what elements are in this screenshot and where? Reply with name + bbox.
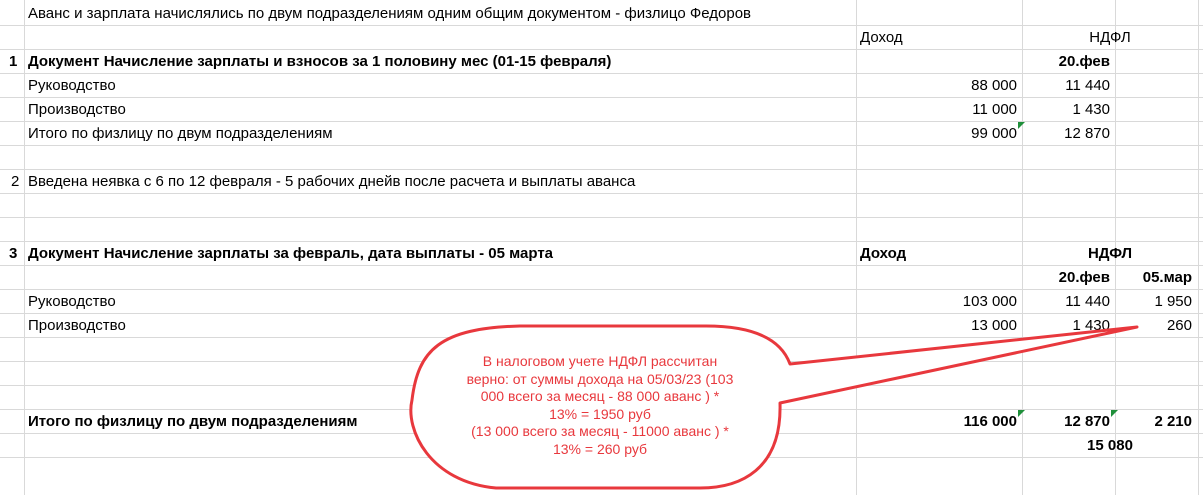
ndfl-value: 11 440: [1065, 293, 1110, 310]
callout-line: 13% = 1950 руб: [549, 405, 651, 422]
ndfl-value: 1 430: [1072, 101, 1110, 118]
ndfl-header: НДФЛ: [1087, 245, 1133, 262]
row-label: Производство: [28, 317, 126, 334]
income-value: 11 000: [972, 101, 1017, 118]
section-3-number: 3: [9, 245, 18, 262]
section-3-title: Документ Начисление зарплаты за февраль,…: [28, 245, 554, 262]
ndfl-value: 11 440: [1065, 77, 1110, 94]
callout-line: верно: от суммы дохода на 05/03/23 (103: [466, 370, 734, 387]
section-1-date: 20.фев: [1058, 53, 1110, 70]
callout-line: 13% = 260 руб: [552, 440, 648, 457]
income-value: 103 000: [962, 293, 1017, 310]
date-header: 05.мар: [1142, 269, 1192, 286]
ndfl-value: 1 950: [1154, 293, 1192, 310]
row-label: Производство: [28, 101, 126, 118]
income-value: 13 000: [971, 317, 1017, 334]
date-header: 20.фев: [1058, 269, 1110, 286]
total-ndfl: 2 210: [1154, 413, 1192, 430]
grand-total: 15 080: [1087, 437, 1133, 454]
row-label: Итого по физлицу по двум подразделениям: [28, 125, 333, 142]
sheet-title: Аванс и зарплата начислялись по двум под…: [28, 5, 752, 22]
row-label: Руководство: [28, 293, 116, 310]
section-2-number: 2: [11, 173, 20, 190]
income-value: 99 000: [971, 125, 1017, 142]
section-1-title: Документ Начисление зарплаты и взносов з…: [28, 53, 612, 70]
ndfl-value: 1 430: [1072, 317, 1110, 334]
income-header: Доход: [860, 245, 907, 262]
ndfl-header: НДФЛ: [1089, 29, 1131, 46]
income-header: Доход: [860, 29, 903, 46]
income-value: 88 000: [971, 77, 1017, 94]
section-2-text: Введена неявка с 6 по 12 февраля - 5 раб…: [28, 173, 636, 190]
comment-marker-icon[interactable]: [1018, 410, 1025, 417]
callout-line: 000 всего за месяц - 88 000 аванс ) *: [480, 388, 720, 404]
section-1-number: 1: [9, 53, 18, 70]
callout-line: (13 000 всего за месяц - 11000 аванс ) *: [471, 423, 729, 439]
total-income: 116 000: [963, 413, 1017, 430]
callout-text: В налоговом учете НДФЛ рассчитан верно: …: [432, 353, 768, 458]
row-label: Руководство: [28, 77, 116, 94]
total-ndfl: 12 870: [1064, 413, 1110, 430]
comment-marker-icon[interactable]: [1018, 122, 1025, 129]
ndfl-value: 260: [1166, 317, 1192, 334]
total-label: Итого по физлицу по двум подразделениям: [28, 413, 358, 430]
callout-line: В налоговом учете НДФЛ рассчитан: [482, 353, 718, 369]
comment-marker-icon[interactable]: [1111, 410, 1118, 417]
ndfl-value: 12 870: [1064, 125, 1110, 142]
